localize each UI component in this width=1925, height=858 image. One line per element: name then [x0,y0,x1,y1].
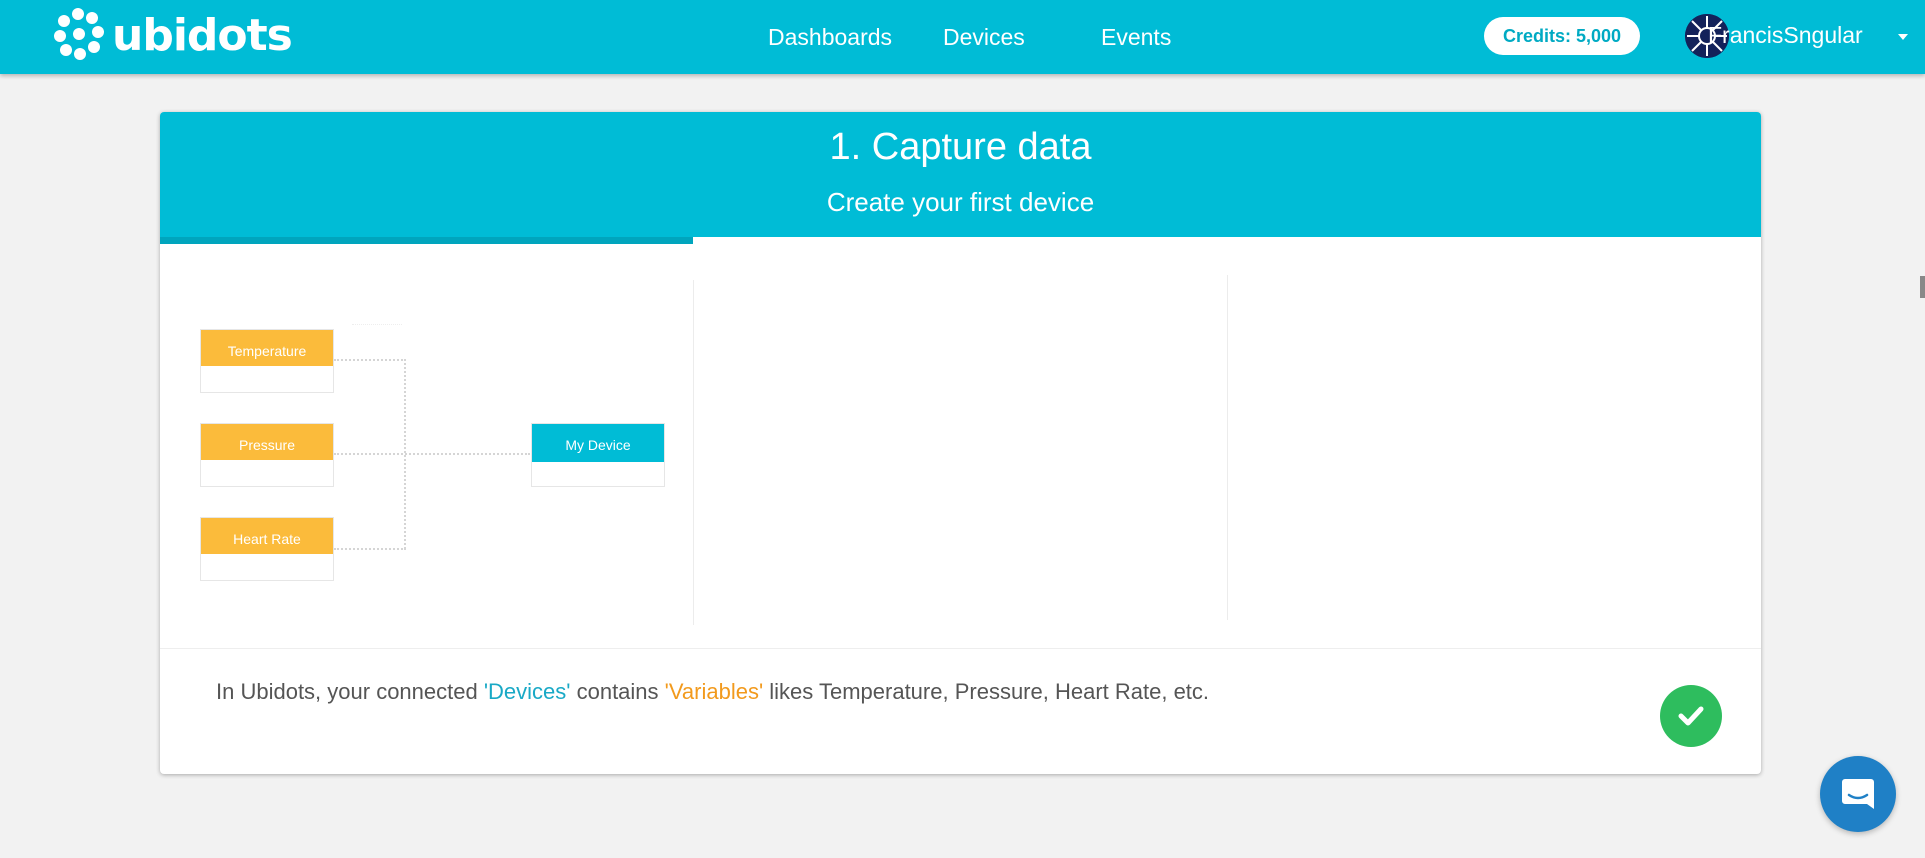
card-header: 1. Capture data Create your first device [160,112,1761,237]
footer-divider [160,648,1761,649]
variable-label: Pressure [201,424,333,460]
username[interactable]: FrancisSngular [1708,20,1863,50]
logo-dots-icon [52,8,108,64]
devices-term: 'Devices' [483,679,571,704]
panel-divider [693,280,694,625]
step-description: In Ubidots, your connected 'Devices' con… [216,677,1209,707]
nav-devices[interactable]: Devices [943,22,1025,52]
nav-dashboards[interactable]: Dashboards [768,22,892,52]
connector-line [404,359,406,549]
variable-box-heart-rate: Heart Rate [200,517,334,581]
top-navbar: ubidots Dashboards Devices Events Credit… [0,0,1925,74]
logo-wordmark: ubidots [112,10,293,61]
confirm-button[interactable] [1660,685,1722,747]
variables-term: 'Variables' [664,679,764,704]
variable-label: Temperature [201,330,333,366]
card-title: 1. Capture data [829,126,1092,168]
step-progress-bar [160,237,1761,244]
chat-launcher-button[interactable] [1820,756,1896,832]
step-progress-fill [160,237,694,244]
onboarding-card: 1. Capture data Create your first device… [160,112,1761,774]
connector-line [334,453,530,455]
check-icon [1678,706,1704,726]
description-middle: contains [570,679,665,704]
credits-badge[interactable]: Credits: 5,000 [1484,17,1640,55]
device-box: My Device [531,423,665,487]
card-subtitle: Create your first device [826,187,1095,217]
description-suffix: likes Temperature, Pressure, Heart Rate,… [763,679,1210,704]
connector-line [334,548,406,550]
variable-box-temperature: Temperature [200,329,334,393]
device-label: My Device [532,424,664,462]
caret-down-icon[interactable] [1898,34,1908,40]
variable-box-pressure: Pressure [200,423,334,487]
connector-line [334,359,406,361]
panel-divider [1227,275,1228,620]
nav-events[interactable]: Events [1101,22,1171,52]
chat-icon [1842,779,1874,809]
variable-label: Heart Rate [201,518,333,554]
scrollbar-handle[interactable] [1920,276,1925,298]
description-prefix: In Ubidots, your connected [216,679,484,704]
ubidots-logo[interactable]: ubidots [52,8,293,64]
connector-line [352,324,402,325]
